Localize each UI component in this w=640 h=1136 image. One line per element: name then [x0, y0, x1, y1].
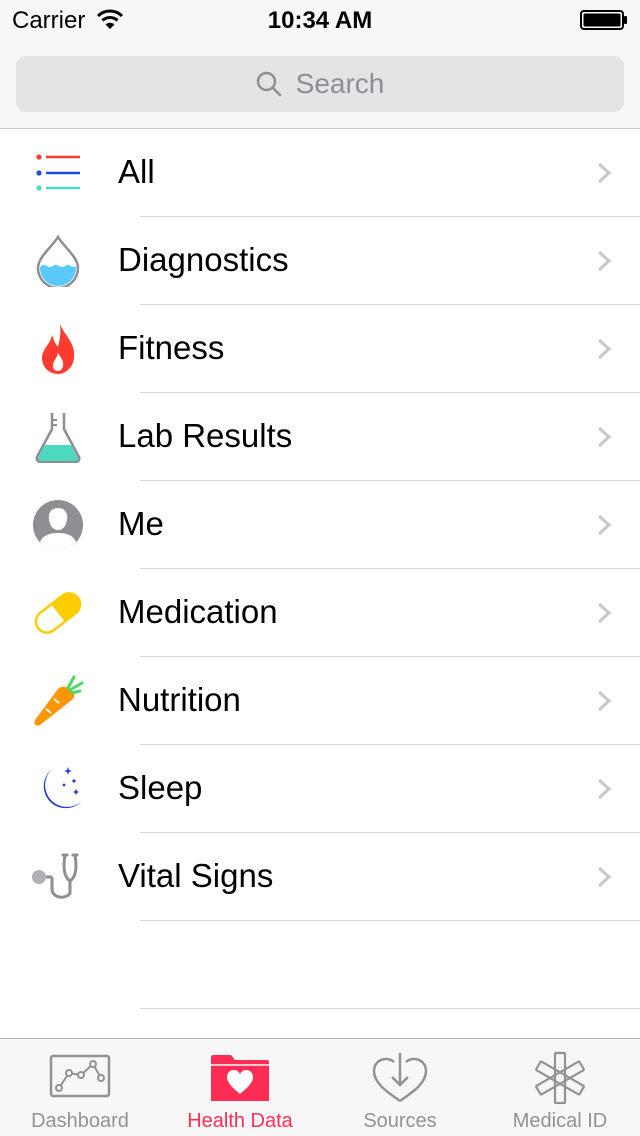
search-input[interactable]: Search: [16, 56, 624, 112]
search-bar: Search: [0, 40, 640, 129]
list-item-label: All: [118, 153, 155, 190]
moon-icon: [43, 767, 82, 809]
list-item-all[interactable]: All: [0, 129, 640, 217]
tab-dashboard[interactable]: Dashboard: [0, 1039, 160, 1136]
tab-bar: Dashboard Health Data Sources Medical ID: [0, 1038, 640, 1136]
chevron-right-icon: [597, 426, 612, 448]
list-item-fitness[interactable]: Fitness: [0, 305, 640, 393]
list-item-diagnostics[interactable]: Diagnostics: [0, 217, 640, 305]
list-item-label: Diagnostics: [118, 241, 289, 278]
water-drop-icon: [36, 235, 80, 287]
tab-medical-id[interactable]: Medical ID: [480, 1039, 640, 1136]
chevron-right-icon: [597, 162, 612, 184]
list-icon: [36, 154, 80, 191]
battery-icon: [580, 10, 627, 30]
search-icon: [256, 71, 281, 97]
star-of-life-icon: [535, 1051, 585, 1105]
chevron-right-icon: [597, 338, 612, 360]
list-item-label: Sleep: [118, 769, 203, 806]
list-item-sleep[interactable]: Sleep: [0, 745, 640, 833]
chevron-right-icon: [597, 778, 612, 800]
list-item-nutrition[interactable]: Nutrition: [0, 657, 640, 745]
chevron-right-icon: [597, 514, 612, 536]
tab-sources[interactable]: Sources: [320, 1039, 480, 1136]
list-item-label: Fitness: [118, 329, 225, 366]
stethoscope-icon: [32, 853, 79, 899]
tab-label: Health Data: [187, 1110, 293, 1132]
health-data-list: All Diagnostics Fitness Lab Results Me M…: [0, 129, 640, 1009]
list-item-lab-results[interactable]: Lab Results: [0, 393, 640, 481]
folder-heart-icon: [211, 1055, 269, 1101]
tab-label: Sources: [363, 1110, 437, 1132]
tab-label: Medical ID: [512, 1110, 608, 1132]
chevron-right-icon: [597, 690, 612, 712]
pill-icon: [34, 592, 82, 634]
tab-label: Dashboard: [31, 1110, 129, 1132]
flask-icon: [35, 413, 81, 463]
chevron-right-icon: [597, 866, 612, 888]
empty-row: [0, 921, 640, 1009]
search-placeholder: Search: [295, 68, 385, 99]
heart-download-icon: [372, 1053, 428, 1103]
row-divider: [140, 1008, 640, 1009]
chart-icon: [49, 1054, 111, 1098]
flame-icon: [42, 324, 75, 374]
list-item-vital-signs[interactable]: Vital Signs: [0, 833, 640, 921]
chevron-right-icon: [597, 602, 612, 624]
list-item-label: Medication: [118, 593, 278, 630]
list-item-label: Nutrition: [118, 681, 241, 718]
list-item-label: Me: [118, 505, 164, 542]
list-item-label: Vital Signs: [118, 857, 274, 894]
list-item-me[interactable]: Me: [0, 481, 640, 569]
list-item-medication[interactable]: Medication: [0, 569, 640, 657]
tab-health-data[interactable]: Health Data: [160, 1039, 320, 1136]
list-item-label: Lab Results: [118, 417, 293, 454]
person-icon: [33, 500, 83, 550]
carrot-icon: [34, 675, 84, 726]
status-time: 10:34 AM: [267, 7, 373, 34]
status-bar: Carrier 10:34 AM: [0, 0, 640, 40]
chevron-right-icon: [597, 250, 612, 272]
